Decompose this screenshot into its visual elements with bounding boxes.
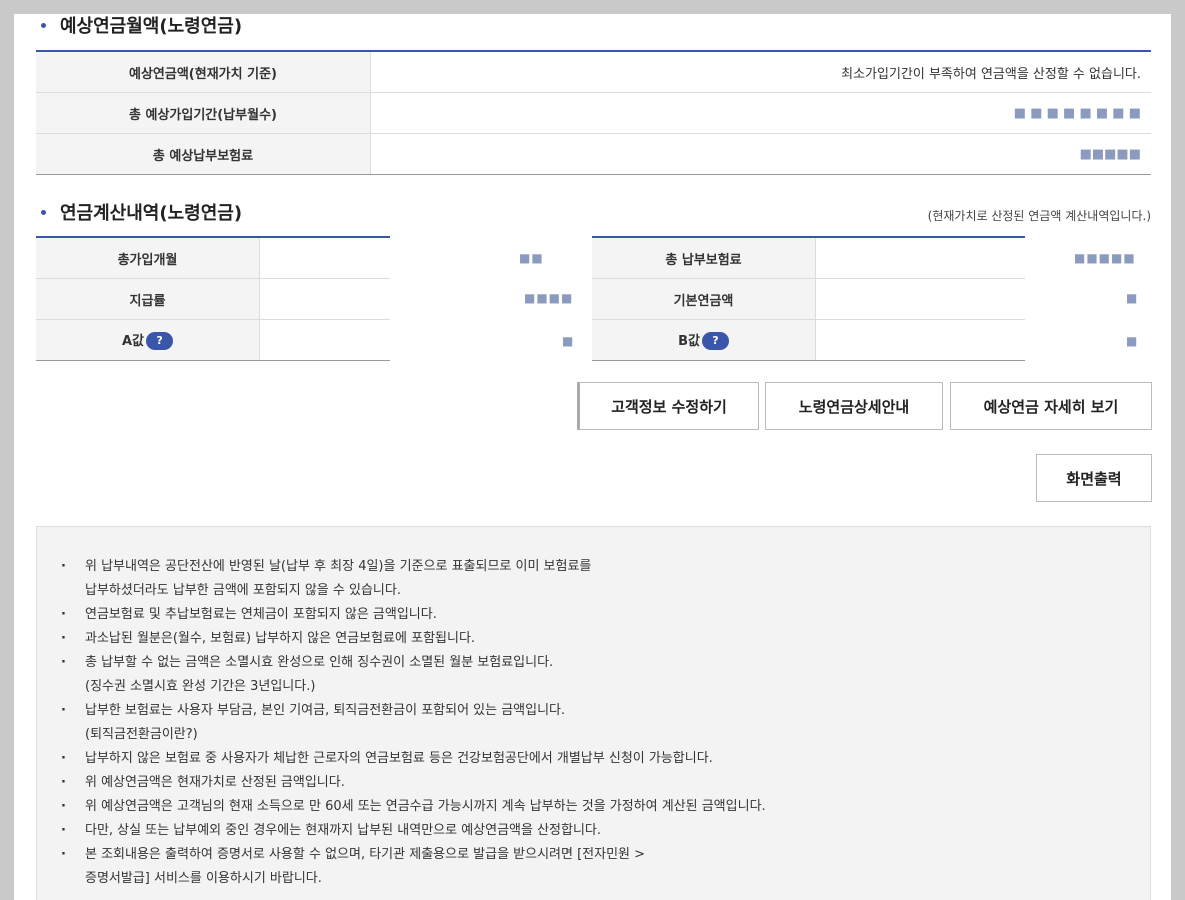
table-row: B값? xyxy=(592,319,1025,361)
bullet-icon xyxy=(41,22,46,28)
row-label: 총 예상납부보험료 xyxy=(36,133,371,175)
row-label: 기본연금액 xyxy=(592,278,816,320)
notice-list: 위 납부내역은 공단전산에 반영된 날(납부 후 최장 4일)을 기준으로 표출… xyxy=(37,527,1150,891)
row-label: 총가입개월 xyxy=(36,237,260,279)
help-icon[interactable]: ? xyxy=(146,332,174,351)
row-value xyxy=(815,319,1025,361)
list-item: 납부한 보험료는 사용자 부담금, 본인 기여금, 퇴직금전환금이 포함되어 있… xyxy=(61,699,1150,723)
row-label: 총 납부보험료 xyxy=(592,237,816,279)
a-value-label: A값 xyxy=(121,333,145,349)
list-item: 연금보험료 및 추납보험료는 연체금이 포함되지 않은 금액입니다. xyxy=(61,603,1150,627)
calculation-table-right: 총 납부보험료 기본연금액 B값? xyxy=(592,236,1025,361)
row-label: B값? xyxy=(592,319,816,361)
notice-box: 위 납부내역은 공단전산에 반영된 날(납부 후 최장 4일)을 기준으로 표출… xyxy=(36,526,1151,900)
row-value xyxy=(259,319,390,361)
list-item: (징수권 소멸시효 완성 기간은 3년입니다.) xyxy=(85,679,316,694)
total-premium-value: ■■■■■ xyxy=(1074,251,1136,265)
row-label: 예상연금액(현재가치 기준) xyxy=(36,51,371,93)
list-item: 증명서발급] 서비스를 이용하시기 바랍니다. xyxy=(85,871,322,886)
calculation-note: (현재가치로 산정된 연금액 계산내역입니다.) xyxy=(927,209,1151,223)
table-row: 총 예상납부보험료 ■■■■■ xyxy=(36,133,1151,175)
table-row: 총 납부보험료 xyxy=(592,237,1025,279)
retirement-conversion-link[interactable]: (퇴직금전환금이란?) xyxy=(61,723,1150,747)
row-value xyxy=(815,278,1025,320)
row-label: 총 예상가입기간(납부월수) xyxy=(36,92,371,134)
table-row: 기본연금액 xyxy=(592,278,1025,320)
total-months-value: ■■ xyxy=(519,251,544,265)
page: 예상연금월액(노령연금) 예상연금액(현재가치 기준) 최소가입기간이 부족하여… xyxy=(14,14,1171,900)
section-title-text: 연금계산내역(노령연금) xyxy=(60,203,243,224)
list-item: 위 납부내역은 공단전산에 반영된 날(납부 후 최장 4일)을 기준으로 표출… xyxy=(61,555,1150,579)
list-item: 납부하지 않은 보험료 중 사용자가 체납한 근로자의 연금보험료 등은 건강보… xyxy=(61,747,1150,771)
list-item: 납부하셨더라도 납부한 금액에 포함되지 않을 수 있습니다. xyxy=(85,583,401,598)
basic-pension-value: ■ xyxy=(1126,291,1139,305)
table-row: 지급률 xyxy=(36,278,390,320)
row-value: ■ ■ ■ ■ ■ ■ ■ ■ xyxy=(370,92,1151,134)
list-item: 과소납된 월분은(월수, 보험료) 납부하지 않은 연금보험료에 포함됩니다. xyxy=(61,627,1150,651)
pension-detail-button[interactable]: 예상연금 자세히 보기 xyxy=(950,382,1152,430)
a-value-value: ■ xyxy=(562,334,575,348)
row-label: 지급률 xyxy=(36,278,260,320)
b-value-value: ■ xyxy=(1126,334,1139,348)
list-item: 다만, 상실 또는 납부예외 중인 경우에는 현재까지 납부된 내역만으로 예상… xyxy=(61,819,1150,843)
row-value xyxy=(815,237,1025,279)
list-item: 위 예상연금액은 현재가치로 산정된 금액입니다. xyxy=(61,771,1150,795)
list-item: 본 조회내용은 출력하여 증명서로 사용할 수 없으며, 타기관 제출용으로 발… xyxy=(61,843,1150,867)
list-item: 총 납부할 수 없는 금액은 소멸시효 완성으로 인해 징수권이 소멸된 월분 … xyxy=(61,651,1150,675)
table-row: A값? xyxy=(36,319,390,361)
section-title-pension: 예상연금월액(노령연금) xyxy=(36,14,243,37)
edit-customer-button[interactable]: 고객정보 수정하기 xyxy=(577,382,759,430)
b-value-label: B값 xyxy=(678,333,700,349)
bullet-icon xyxy=(41,209,46,215)
row-value xyxy=(259,278,390,320)
row-value xyxy=(259,237,390,279)
calculation-table-left: 총가입개월 지급률 A값? xyxy=(36,236,390,361)
help-icon[interactable]: ? xyxy=(701,332,729,351)
section-title-calculation: 연금계산내역(노령연금) xyxy=(36,201,243,224)
payment-rate-value: ■■■■ xyxy=(524,291,574,305)
print-button[interactable]: 화면출력 xyxy=(1036,454,1152,502)
table-row: 총가입개월 xyxy=(36,237,390,279)
row-label: A값? xyxy=(36,319,260,361)
pension-summary-table: 예상연금액(현재가치 기준) 최소가입기간이 부족하여 연금액을 산정할 수 없… xyxy=(36,50,1151,175)
list-item: 위 예상연금액은 고객님의 현재 소득으로 만 60세 또는 연금수급 가능시까… xyxy=(61,795,1150,819)
section-title-text: 예상연금월액(노령연금) xyxy=(60,16,243,37)
table-row: 예상연금액(현재가치 기준) 최소가입기간이 부족하여 연금액을 산정할 수 없… xyxy=(36,51,1151,93)
row-value: ■■■■■ xyxy=(370,133,1151,175)
table-row: 총 예상가입기간(납부월수) ■ ■ ■ ■ ■ ■ ■ ■ xyxy=(36,92,1151,134)
pension-guide-button[interactable]: 노령연금상세안내 xyxy=(765,382,943,430)
row-value: 최소가입기간이 부족하여 연금액을 산정할 수 없습니다. xyxy=(370,51,1151,93)
